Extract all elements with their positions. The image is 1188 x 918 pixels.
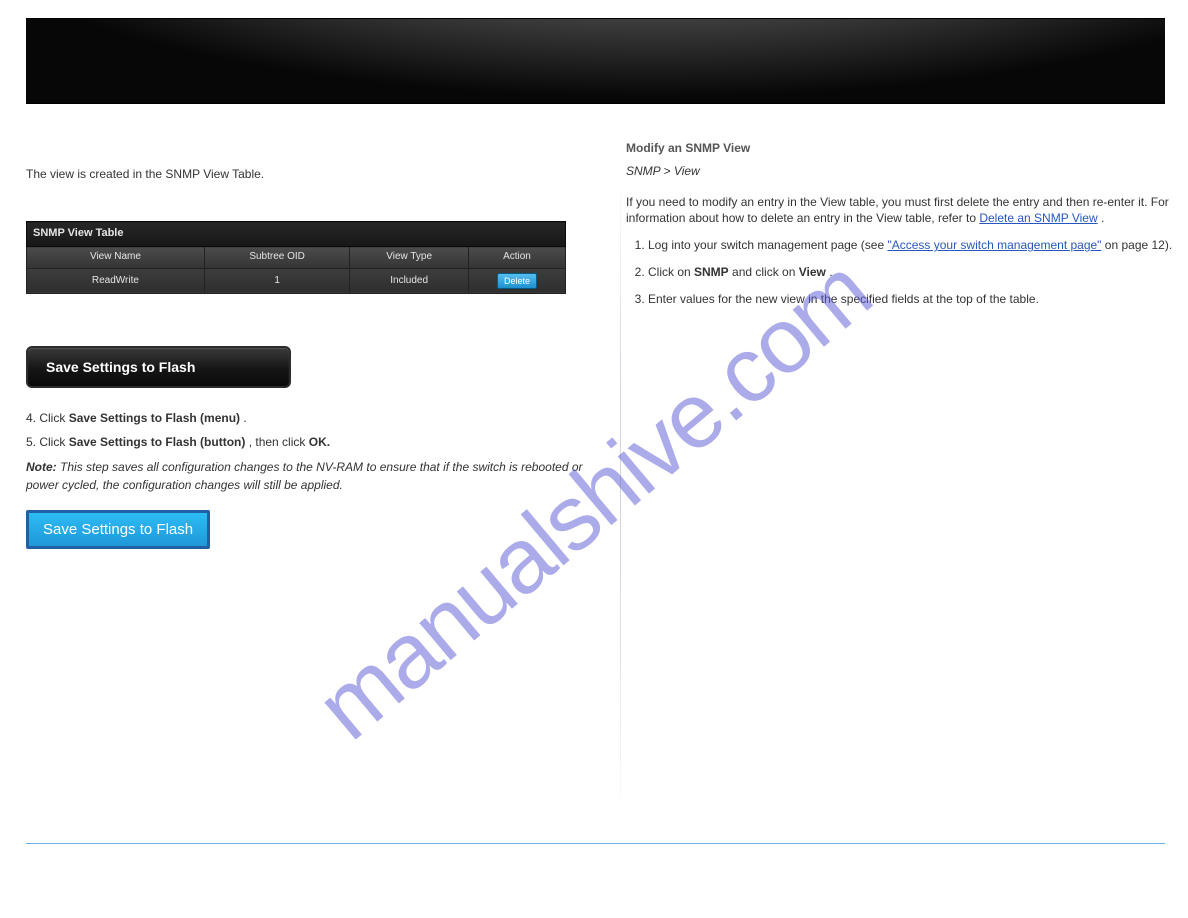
delete-view-link[interactable]: Delete an SNMP View — [979, 211, 1097, 225]
note-label: Note: — [26, 460, 57, 474]
step2a: Click on — [648, 265, 694, 279]
save-settings-flash-menu-button[interactable]: Save Settings to Flash — [26, 346, 291, 388]
right-column: Modify an SNMP View SNMP > View If you n… — [626, 140, 1186, 318]
footer-divider — [26, 843, 1165, 844]
col-view-name: View Name — [27, 247, 205, 269]
step5-text: Click — [39, 435, 68, 449]
delete-button[interactable]: Delete — [497, 273, 537, 289]
step5-num: 5. — [26, 435, 39, 449]
snmp-table-title: SNMP View Table — [27, 222, 566, 247]
intro-text: The view is created in the SNMP View Tab… — [26, 166, 606, 183]
cell-subtree-oid: 1 — [204, 268, 350, 294]
left-column: The view is created in the SNMP View Tab… — [26, 134, 606, 549]
col-view-type: View Type — [350, 247, 469, 269]
para1b: . — [1101, 211, 1104, 225]
step4-text: Click — [39, 411, 68, 425]
step2b1: SNMP — [694, 265, 729, 279]
step1b: on page 12). — [1105, 238, 1172, 252]
cell-view-type: Included — [350, 268, 469, 294]
instruction-block: 4. Click Save Settings to Flash (menu) .… — [26, 410, 606, 494]
step2d: . — [829, 265, 832, 279]
column-divider — [620, 172, 621, 822]
step5-bold2: OK. — [309, 435, 330, 449]
step4-end: . — [243, 411, 246, 425]
step5-mid: , then click — [249, 435, 309, 449]
step2c: and click on — [732, 265, 799, 279]
step5-bold1: Save Settings to Flash (button) — [69, 435, 246, 449]
cell-view-name: ReadWrite — [27, 268, 205, 294]
step4-num: 4. — [26, 411, 39, 425]
step2b2: View — [799, 265, 826, 279]
access-page-link[interactable]: "Access your switch management page" — [887, 238, 1101, 252]
step-2: Click on SNMP and click on View . — [648, 264, 1186, 281]
section-title: Modify an SNMP View — [626, 140, 1186, 157]
cell-action: Delete — [468, 268, 565, 294]
step-1: Log into your switch management page (se… — [648, 237, 1186, 254]
nav-path: SNMP > View — [626, 163, 1186, 180]
step4-bold: Save Settings to Flash (menu) — [69, 411, 240, 425]
save-settings-flash-button[interactable]: Save Settings to Flash — [26, 510, 210, 549]
col-action: Action — [468, 247, 565, 269]
step-3: Enter values for the new view in the spe… — [648, 291, 1186, 308]
col-subtree-oid: Subtree OID — [204, 247, 350, 269]
page-banner — [26, 18, 1165, 104]
note-text: This step saves all configuration change… — [26, 460, 583, 491]
step3text: Enter values for the new view in the spe… — [648, 292, 1039, 306]
snmp-view-table: SNMP View Table View Name Subtree OID Vi… — [26, 221, 566, 294]
step1a: Log into your switch management page (se… — [648, 238, 887, 252]
